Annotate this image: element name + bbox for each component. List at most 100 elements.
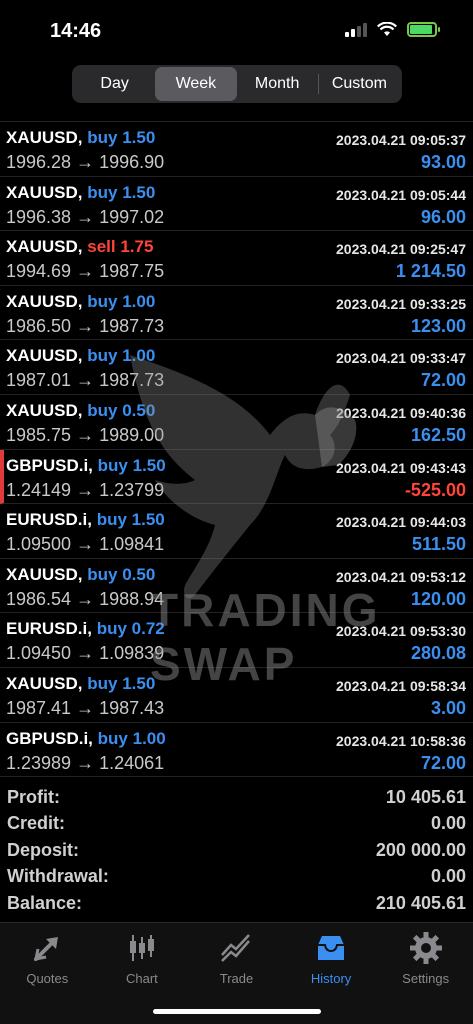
deal-symbol-line: XAUUSD, sell 1.75 [6,237,153,257]
deal-price-line: 1.23989 → 1.24061 [6,753,164,774]
deal-volume: 1.50 [122,128,156,147]
status-icons [345,22,440,37]
arrow-icon: → [76,424,95,445]
summary-value: 10 405.61 [385,786,466,807]
status-time: 14:46 [50,20,102,42]
deal-symbol-line: XAUUSD, buy 1.50 [6,128,155,148]
deal-symbol-line: XAUUSD, buy 1.00 [6,346,155,366]
deal-volume: 1.75 [120,237,154,257]
deal-price-line: 1.09500 → 1.09841 [6,534,164,555]
deal-row[interactable]: XAUUSD, sell 1.75 2023.04.21 09:25:47 1994… [0,231,473,286]
deal-price-line: 1996.28 → 1996.90 [6,152,164,173]
deal-close-price: 1.24061 [99,752,165,773]
deal-close-price: 1996.90 [99,152,165,172]
deal-symbol: XAUUSD, [6,400,83,420]
deal-row[interactable]: EURUSD.i, buy 1.50 2023.04.21 09:44:03 1.0… [0,504,473,559]
tab-label: Trade [219,971,254,986]
deal-price-line: 1985.75 → 1989.00 [6,425,164,446]
deal-time: 2023.04.21 09:05:44 [336,186,466,203]
deal-symbol-line: XAUUSD, buy 1.00 [6,292,155,312]
deal-volume: 1.00 [122,346,156,366]
deal-close-price: 1987.43 [99,697,165,718]
deal-time: 2023.04.21 09:33:25 [336,295,466,312]
tab-quotes[interactable]: Quotes [0,923,95,1024]
period-segmented-control: Day Week Month Custom [72,65,402,103]
deal-row[interactable]: XAUUSD, buy 1.50 2023.04.21 09:05:44 1996.… [0,177,473,232]
summary-withdrawal: Withdrawal: 0.00 [0,864,473,891]
status-bar: 14:46 [0,0,473,60]
segment-month[interactable]: Month [237,67,318,101]
deal-profit: 1 214.50 [395,261,466,282]
deal-close-price: 1987.73 [99,370,165,391]
cellular-signal-icon [345,22,367,37]
deal-symbol: XAUUSD, [6,346,83,366]
deal-row[interactable]: XAUUSD, buy 1.50 2023.04.21 09:05:37 1996.… [0,122,473,177]
arrow-icon: → [76,261,95,282]
summary-label: Deposit: [7,839,79,860]
deal-row[interactable]: XAUUSD, buy 0.50 2023.04.21 09:40:36 1985.… [0,395,473,450]
summary-balance: Balance: 210 405.61 [0,890,473,917]
summary-credit: Credit: 0.00 [0,811,473,838]
deal-open-price: 1.24149 [6,479,72,500]
deal-row[interactable]: XAUUSD, buy 1.00 2023.04.21 09:33:47 1987.… [0,340,473,395]
tab-settings[interactable]: Settings [378,923,473,1024]
deal-close-price: 1997.02 [99,206,165,227]
segment-day[interactable]: Day [74,67,155,101]
deal-side: buy [96,619,127,639]
deal-close-price: 1989.00 [99,424,165,445]
deal-open-price: 1996.38 [6,206,72,227]
deal-side: buy [97,728,128,748]
deal-open-price: 1986.50 [6,315,72,336]
deal-price-line: 1.09450 → 1.09839 [6,643,164,664]
deal-profit: 511.50 [411,534,466,555]
deal-open-price: 1.23989 [6,752,72,773]
settings-icon [409,932,442,964]
battery-icon [407,22,440,37]
deal-volume: 0.50 [122,564,156,584]
deal-side: buy [97,455,128,475]
deal-time: 2023.04.21 09:25:47 [336,241,466,258]
tab-label: Quotes [26,971,69,986]
tab-label: Settings [402,971,450,986]
arrow-icon: → [76,152,95,172]
deal-row[interactable]: GBPUSD.i, buy 1.50 2023.04.21 09:43:43 1.2… [0,449,473,505]
history-icon [318,936,345,960]
deal-symbol-line: EURUSD.i, buy 1.50 [6,510,165,530]
deal-symbol: XAUUSD, [6,564,83,584]
arrow-icon: → [76,588,95,609]
deal-symbol: EURUSD.i, [6,510,92,530]
deal-time: 2023.04.21 09:44:03 [336,514,466,531]
deal-open-price: 1987.41 [6,697,72,718]
summary-value: 200 000.00 [375,839,466,860]
arrow-icon: → [76,697,95,718]
segment-week[interactable]: Week [155,67,237,101]
deal-profit: -525.00 [404,479,466,500]
deal-side: buy [87,291,118,311]
deal-time: 2023.04.21 09:05:37 [336,132,466,148]
watermark-text: TRADING SWAP [150,584,381,690]
deal-row[interactable]: XAUUSD, buy 1.00 2023.04.21 09:33:25 1986.… [0,286,473,341]
deal-volume: 0.50 [122,400,156,420]
deal-symbol: XAUUSD, [6,182,83,202]
summary-label: Credit: [7,813,65,834]
arrow-icon: → [76,752,95,773]
deal-open-price: 1986.54 [6,588,72,609]
deal-price-line: 1986.54 → 1988.94 [6,589,164,610]
deal-row[interactable]: GBPUSD.i, buy 1.00 2023.04.21 10:58:36 1.2… [0,723,473,778]
summary-label: Withdrawal: [7,866,109,887]
deal-symbol-line: XAUUSD, buy 1.50 [6,674,155,694]
deal-profit: 96.00 [420,206,466,227]
deal-symbol: XAUUSD, [6,291,83,311]
deal-open-price: 1996.28 [6,152,72,172]
deal-price-line: 1996.38 → 1997.02 [6,207,164,228]
deal-side: buy [87,400,118,420]
summary-profit: Profit: 10 405.61 [0,784,473,811]
deal-side: buy [87,564,118,584]
segment-custom[interactable]: Custom [319,67,400,101]
arrow-icon: → [76,479,95,500]
tab-label: Chart [125,971,158,986]
list-item-partial [0,106,473,122]
arrow-icon: → [76,643,95,664]
deal-volume: 1.50 [132,455,166,475]
deal-price-line: 1987.41 → 1987.43 [6,698,164,719]
